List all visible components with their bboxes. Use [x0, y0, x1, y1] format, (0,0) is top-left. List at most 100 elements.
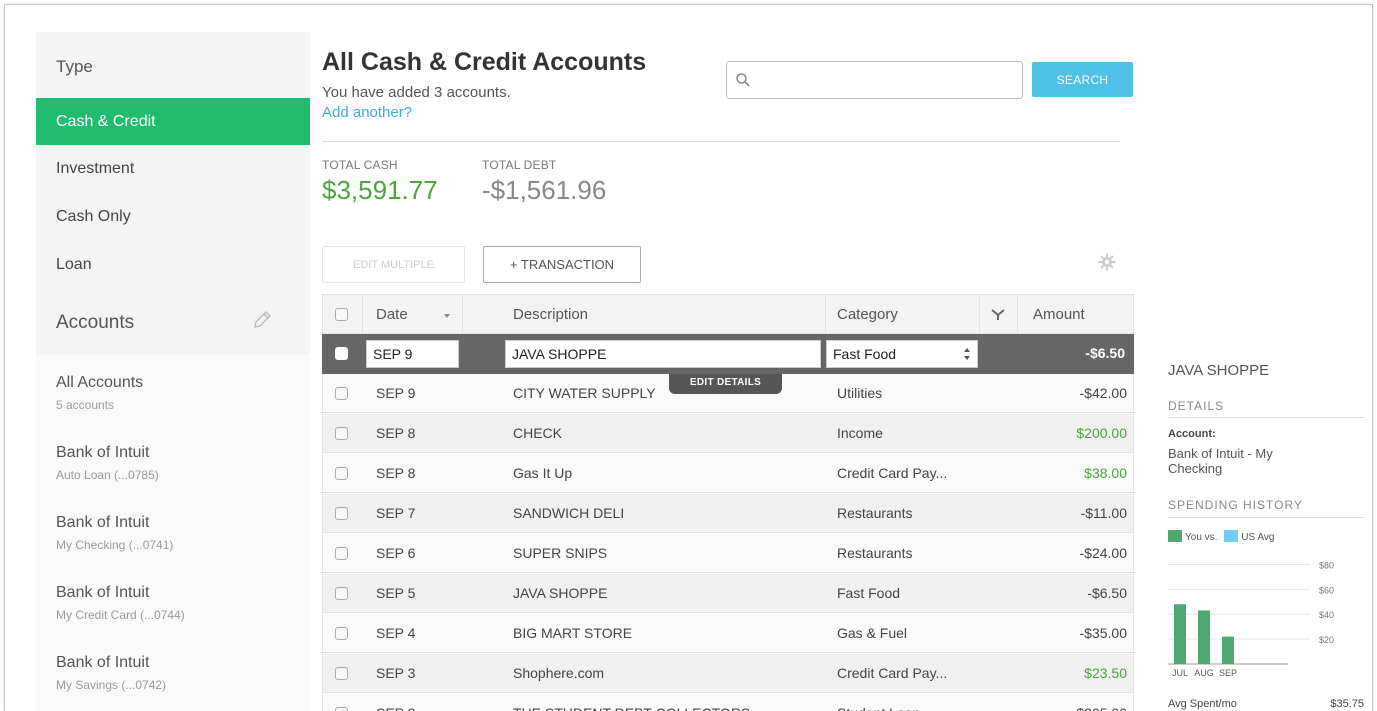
sidebar-item-loan[interactable]: Loan — [36, 241, 310, 288]
edit-multiple-button[interactable]: EDIT MULTIPLE — [322, 246, 465, 283]
category-select[interactable]: Fast Food — [826, 340, 978, 368]
description-cell: CHECK — [513, 425, 563, 441]
category-cell: Credit Card Pay... — [837, 665, 948, 681]
table-row[interactable]: SEP 8 CHECK Income $200.00 — [322, 414, 1134, 453]
amount-cell: -$205.00 — [1023, 694, 1127, 711]
sidebar-item-cash-credit[interactable]: Cash & Credit — [36, 98, 310, 145]
column-divider — [462, 295, 463, 335]
sidebar-item-investment[interactable]: Investment — [36, 145, 310, 192]
x-tick-label: AUG — [1194, 668, 1214, 678]
account-name: Bank of Intuit — [56, 654, 150, 671]
category-cell: Student Loan — [837, 694, 920, 711]
add-another-link[interactable]: Add another? — [322, 104, 412, 121]
spending-history-heading: SPENDING HISTORY — [1168, 498, 1303, 512]
divider — [1168, 417, 1364, 418]
y-tick-label: $60 — [1319, 585, 1334, 595]
row-checkbox[interactable] — [335, 547, 348, 560]
account-sub: My Checking (...0741) — [56, 538, 174, 552]
row-checkbox[interactable] — [335, 387, 348, 400]
search-input[interactable] — [759, 66, 1015, 94]
pencil-icon[interactable] — [250, 308, 274, 332]
row-checkbox[interactable] — [335, 707, 348, 711]
sort-down-icon[interactable] — [443, 313, 451, 319]
row-checkbox[interactable] — [335, 347, 348, 360]
search-box — [726, 61, 1023, 99]
table-row[interactable]: SEP 2 THE STUDENT DEBT COLLECTORS Studen… — [322, 694, 1134, 711]
date-cell: SEP 5 — [376, 585, 416, 601]
row-checkbox[interactable] — [335, 627, 348, 640]
row-checkbox[interactable] — [335, 427, 348, 440]
avg-spent-row: Avg Spent/mo $35.75 — [1168, 698, 1364, 710]
total-debt-value: -$1,561.96 — [482, 175, 607, 205]
amount-cell: $23.50 — [1084, 665, 1127, 681]
account-item-checking[interactable]: Bank of Intuit My Checking (...0741) — [56, 514, 173, 552]
gear-icon[interactable] — [1098, 253, 1116, 271]
row-checkbox[interactable] — [335, 587, 348, 600]
category-select-value: Fast Food — [833, 346, 897, 362]
bar-aug — [1198, 610, 1210, 664]
category-cell: Fast Food — [837, 585, 901, 601]
table-row[interactable]: SEP 8 Gas It Up Credit Card Pay... $38.0… — [322, 454, 1134, 493]
table-row[interactable]: SEP 7 SANDWICH DELI Restaurants -$11.00 — [322, 494, 1134, 533]
split-icon[interactable] — [991, 309, 1005, 321]
account-item-credit-card[interactable]: Bank of Intuit My Credit Card (...0744) — [56, 584, 185, 622]
legend-you: You vs. — [1185, 532, 1218, 543]
y-tick-label: $80 — [1319, 560, 1334, 570]
date-cell: SEP 6 — [376, 545, 416, 561]
divider — [1168, 517, 1364, 518]
column-header-date[interactable]: Date — [376, 295, 408, 335]
amount-cell: $200.00 — [1076, 425, 1127, 441]
column-divider — [825, 295, 826, 335]
sidebar-item-cash-only[interactable]: Cash Only — [36, 193, 310, 240]
column-header-description[interactable]: Description — [513, 295, 588, 335]
total-cash-value: $3,591.77 — [322, 175, 438, 205]
table-row[interactable]: SEP 6 SUPER SNIPS Restaurants -$24.00 — [322, 534, 1134, 573]
amount-cell: -$35.00 — [1079, 625, 1127, 641]
x-tick-label: JUL — [1172, 668, 1188, 678]
description-cell: Shophere.com — [513, 665, 605, 681]
sidebar: Type Cash & Credit Investment Cash Only … — [36, 32, 310, 711]
category-cell: Credit Card Pay... — [837, 465, 948, 481]
table-row[interactable]: SEP 3 Shophere.com Credit Card Pay... $2… — [322, 654, 1134, 693]
column-header-amount[interactable]: Amount — [1033, 295, 1085, 335]
page-title: All Cash & Credit Accounts — [322, 48, 647, 76]
date-cell: SEP 7 — [376, 505, 416, 521]
date-cell: SEP 4 — [376, 625, 416, 641]
add-transaction-button[interactable]: + TRANSACTION — [483, 246, 641, 283]
search-button[interactable]: SEARCH — [1032, 62, 1133, 97]
description-cell: CITY WATER SUPPLY — [513, 385, 656, 401]
column-header-category[interactable]: Category — [837, 295, 898, 335]
description-field[interactable]: JAVA SHOPPE — [505, 340, 821, 368]
category-cell: Restaurants — [837, 545, 913, 561]
account-item-all[interactable]: All Accounts 5 accounts — [56, 374, 143, 412]
avg-spent-value: $35.75 — [1330, 698, 1364, 710]
search-icon — [736, 73, 750, 87]
account-item-savings[interactable]: Bank of Intuit My Savings (...0742) — [56, 654, 166, 692]
date-field[interactable]: SEP 9 — [366, 340, 459, 368]
account-value: Bank of Intuit - My Checking — [1168, 446, 1273, 476]
table-row[interactable]: SEP 5 JAVA SHOPPE Fast Food -$6.50 — [322, 574, 1134, 613]
edit-details-button[interactable]: EDIT DETAILS — [669, 374, 782, 394]
table-row[interactable]: SEP 4 BIG MART STORE Gas & Fuel -$35.00 — [322, 614, 1134, 653]
type-heading: Type — [56, 57, 93, 76]
row-checkbox[interactable] — [335, 507, 348, 520]
select-all-checkbox[interactable] — [335, 308, 348, 321]
account-sub: 5 accounts — [56, 398, 115, 412]
account-name: Bank of Intuit — [56, 584, 150, 601]
y-tick-label: $40 — [1319, 610, 1334, 620]
account-sub: My Credit Card (...0744) — [56, 608, 185, 622]
row-checkbox[interactable] — [335, 667, 348, 680]
total-debt-label: TOTAL DEBT — [482, 158, 557, 172]
row-checkbox[interactable] — [335, 467, 348, 480]
accounts-header: Accounts — [36, 290, 310, 354]
date-cell: SEP 2 — [376, 694, 415, 711]
account-item-auto-loan[interactable]: Bank of Intuit Auto Loan (...0785) — [56, 444, 159, 482]
table-row-selected[interactable]: SEP 9 JAVA SHOPPE Fast Food -$6.50 — [322, 334, 1134, 374]
bar-jul — [1174, 604, 1186, 664]
date-cell: SEP 3 — [376, 665, 416, 681]
account-sub: Auto Loan (...0785) — [56, 468, 159, 482]
account-label: Account: — [1168, 428, 1216, 440]
amount-cell: -$6.50 — [1085, 345, 1125, 361]
amount-cell: -$6.50 — [1087, 585, 1127, 601]
amount-cell: -$42.00 — [1079, 385, 1127, 401]
